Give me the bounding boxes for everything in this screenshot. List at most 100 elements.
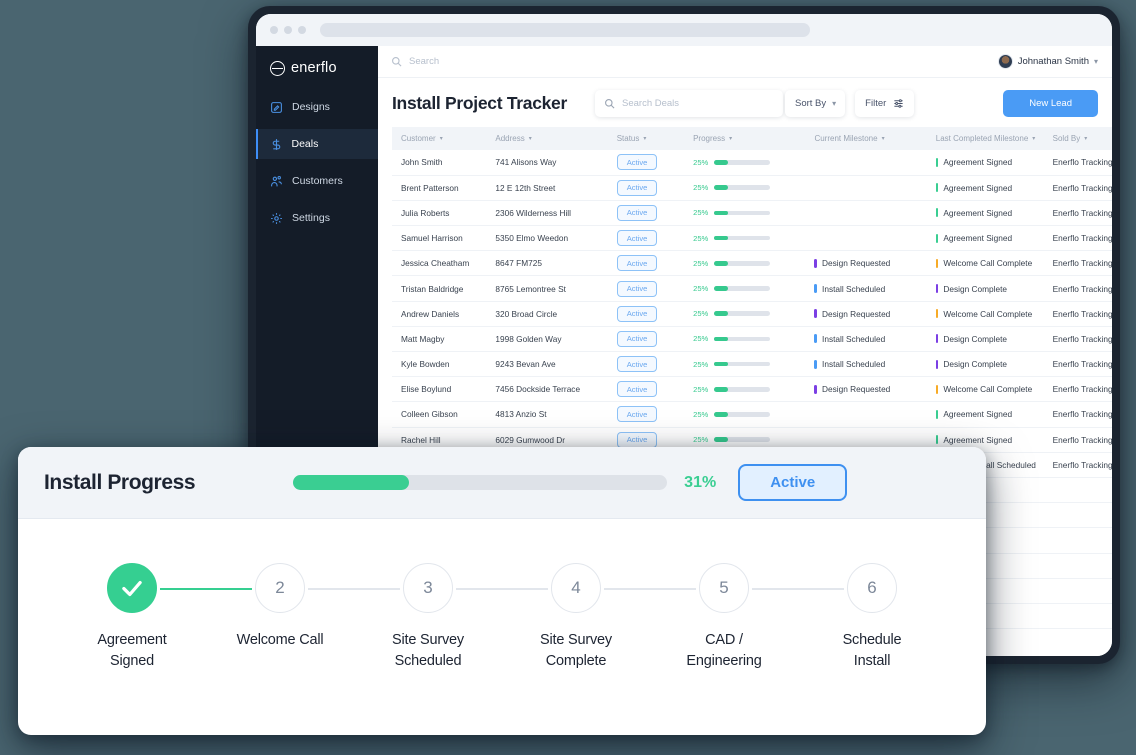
table-row[interactable]: Samuel Harrison5350 Elmo WeedonActive25%… xyxy=(392,226,1112,251)
cell-sold-by: Enerflo Tracking-EPC xyxy=(1053,251,1112,276)
progress-percent: 25% xyxy=(693,360,708,369)
cell-sold-by: Enerflo Tracking-EPC xyxy=(1053,226,1112,251)
cell-status: Active xyxy=(617,175,693,200)
step-2[interactable]: 2Welcome Call xyxy=(206,563,354,651)
cell-sold-by: Enerflo Tracking-EPC xyxy=(1053,200,1112,225)
minimize-dot[interactable] xyxy=(284,26,292,34)
table-row[interactable]: Matt Magby1998 Golden WayActive25%Instal… xyxy=(392,326,1112,351)
cell-address: 1998 Golden Way xyxy=(495,326,616,351)
table-row[interactable]: Tristan Baldridge8765 Lemontree StActive… xyxy=(392,276,1112,301)
step-4[interactable]: 4Site SurveyComplete xyxy=(502,563,650,671)
search-icon xyxy=(604,98,615,109)
step-1[interactable]: AgreementSigned xyxy=(58,563,206,671)
sidebar-item-customers[interactable]: Customers xyxy=(256,166,378,196)
table-row[interactable]: Colleen Gibson4813 Anzio StActive25%Agre… xyxy=(392,402,1112,427)
milestone-color-bar xyxy=(814,334,817,343)
cell-last-completed-milestone: Agreement Signed xyxy=(936,226,1053,251)
progress-bar xyxy=(714,337,770,342)
cell-sold-by xyxy=(1053,578,1112,603)
filter-button[interactable]: Filter xyxy=(855,90,914,117)
status-badge[interactable]: Active xyxy=(617,381,658,397)
install-progress-header: Install Progress 31% Active xyxy=(18,447,986,519)
sidebar-item-designs[interactable]: Designs xyxy=(256,92,378,122)
gear-icon xyxy=(270,212,283,225)
cell-status: Active xyxy=(617,226,693,251)
step-6[interactable]: 6ScheduleInstall xyxy=(798,563,946,671)
status-badge[interactable]: Active xyxy=(617,255,658,271)
sort-by-dropdown[interactable]: Sort By ▾ xyxy=(785,90,845,117)
progress-bar-fill xyxy=(714,437,728,442)
status-badge[interactable]: Active xyxy=(617,230,658,246)
table-row[interactable]: Brent Patterson12 E 12th StreetActive25%… xyxy=(392,175,1112,200)
window-controls[interactable] xyxy=(270,26,306,34)
status-badge[interactable]: Active xyxy=(617,154,658,170)
status-badge[interactable]: Active xyxy=(617,281,658,297)
step-5[interactable]: 5CAD /Engineering xyxy=(650,563,798,671)
cell-sold-by: Enerflo Tracking-EPC xyxy=(1053,175,1112,200)
user-menu[interactable]: Johnathan Smith ▾ xyxy=(998,54,1098,69)
milestone-label: Agreement Signed xyxy=(943,233,1012,243)
step-label: Site SurveyScheduled xyxy=(363,630,493,671)
cell-progress: 25% xyxy=(693,377,814,402)
milestone-color-bar xyxy=(936,208,939,217)
status-badge[interactable]: Active xyxy=(617,406,658,422)
cell-customer: Tristan Baldridge xyxy=(392,276,495,301)
table-row[interactable]: Kyle Bowden9243 Bevan AveActive25%Instal… xyxy=(392,352,1112,377)
column-header-address[interactable]: Address▾ xyxy=(495,127,616,150)
column-header-last-completed-milestone[interactable]: Last Completed Milestone▾ xyxy=(936,127,1053,150)
table-row[interactable]: Elise Boylund7456 Dockside TerraceActive… xyxy=(392,377,1112,402)
cell-address: 4813 Anzio St xyxy=(495,402,616,427)
screen-root: enerflo Designs xyxy=(0,0,1136,755)
status-badge[interactable]: Active xyxy=(617,356,658,372)
status-badge[interactable]: Active xyxy=(617,180,658,196)
cell-progress: 25% xyxy=(693,226,814,251)
milestone-label: Design Requested xyxy=(822,258,890,268)
cell-sold-by: Enerflo Tracking-EPC xyxy=(1053,326,1112,351)
column-header-progress[interactable]: Progress▾ xyxy=(693,127,814,150)
progress-bar-fill xyxy=(714,337,728,342)
table-row[interactable]: Andrew Daniels320 Broad CircleActive25%D… xyxy=(392,301,1112,326)
cell-current-milestone xyxy=(814,402,935,427)
progress-bar-fill xyxy=(714,261,728,266)
table-row[interactable]: Jessica Cheatham8647 FM725Active25%Desig… xyxy=(392,251,1112,276)
milestone-color-bar xyxy=(814,360,817,369)
table-row[interactable]: Julia Roberts2306 Wilderness HillActive2… xyxy=(392,200,1112,225)
address-bar[interactable] xyxy=(320,23,810,37)
install-progress-stepper: AgreementSigned2Welcome Call3Site Survey… xyxy=(18,519,986,671)
status-badge[interactable]: Active xyxy=(617,432,658,448)
column-header-customer[interactable]: Customer▾ xyxy=(392,127,495,150)
milestone-label: Design Complete xyxy=(943,334,1007,344)
install-progress-bar xyxy=(293,475,667,490)
status-badge[interactable]: Active xyxy=(617,205,658,221)
global-search[interactable]: Search xyxy=(391,56,998,67)
cell-customer: Colleen Gibson xyxy=(392,402,495,427)
maximize-dot[interactable] xyxy=(298,26,306,34)
sidebar-item-settings[interactable]: Settings xyxy=(256,203,378,233)
milestone-color-bar xyxy=(936,183,939,192)
new-lead-button[interactable]: New Lead xyxy=(1003,90,1098,117)
cell-customer: Elise Boylund xyxy=(392,377,495,402)
user-name: Johnathan Smith xyxy=(1018,56,1089,67)
design-icon xyxy=(270,101,283,114)
column-header-current-milestone[interactable]: Current Milestone▾ xyxy=(814,127,935,150)
install-progress-bar-fill xyxy=(293,475,409,490)
step-connector xyxy=(160,588,252,590)
table-row[interactable]: John Smith741 Alisons WayActive25%Agreem… xyxy=(392,150,1112,175)
cell-current-milestone: Design Requested xyxy=(814,251,935,276)
search-deals-input[interactable]: Search Deals xyxy=(595,90,783,117)
cell-customer: Julia Roberts xyxy=(392,200,495,225)
cell-sold-by: Enerflo Tracking-EPC xyxy=(1053,402,1112,427)
close-dot[interactable] xyxy=(270,26,278,34)
cell-last-completed-milestone: Design Complete xyxy=(936,352,1053,377)
cell-status: Active xyxy=(617,402,693,427)
table-header-row: Customer▾Address▾Status▾Progress▾Current… xyxy=(392,127,1112,150)
column-header-sold-by[interactable]: Sold By▾ xyxy=(1053,127,1112,150)
status-badge[interactable]: Active xyxy=(617,331,658,347)
column-header-label: Current Milestone xyxy=(814,134,877,143)
column-header-status[interactable]: Status▾ xyxy=(617,127,693,150)
browser-chrome-bar xyxy=(256,14,1112,46)
status-badge[interactable]: Active xyxy=(617,306,658,322)
sidebar-item-deals[interactable]: Deals xyxy=(256,129,378,159)
status-badge[interactable]: Active xyxy=(738,464,847,501)
step-3[interactable]: 3Site SurveyScheduled xyxy=(354,563,502,671)
